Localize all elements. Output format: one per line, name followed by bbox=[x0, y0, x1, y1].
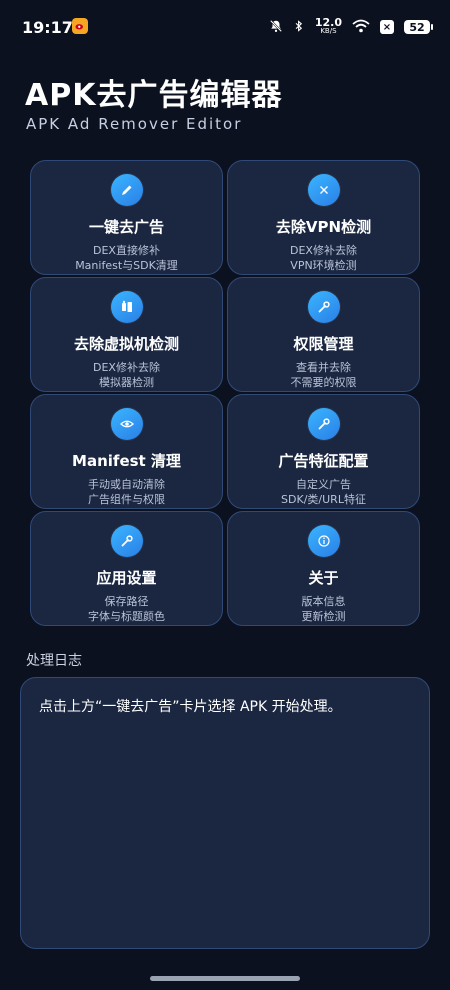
mute-bell-icon bbox=[269, 18, 283, 37]
eye-icon bbox=[110, 408, 143, 440]
device-icon bbox=[110, 291, 143, 323]
info-icon bbox=[307, 525, 340, 557]
card-desc: DEX修补去除 模拟器检测 bbox=[93, 361, 160, 389]
log-output-box[interactable]: 点击上方“一键去广告”卡片选择 APK 开始处理。 bbox=[20, 677, 430, 949]
card-desc: 手动或自动清除 广告组件与权限 bbox=[88, 478, 165, 506]
pencil-icon bbox=[110, 174, 143, 206]
wrench-icon bbox=[307, 291, 340, 323]
card-desc: 查看并去除 不需要的权限 bbox=[290, 361, 357, 389]
card-title: 权限管理 bbox=[293, 335, 354, 353]
card-desc: 自定义广告 SDK/类/URL特征 bbox=[281, 478, 366, 506]
home-indicator[interactable] bbox=[150, 976, 300, 981]
card-desc: DEX修补去除 VPN环境检测 bbox=[290, 244, 357, 272]
card-title: 关于 bbox=[308, 569, 339, 587]
card-about[interactable]: 关于 版本信息 更新检测 bbox=[227, 511, 420, 626]
card-desc: 版本信息 更新检测 bbox=[301, 595, 346, 623]
feature-grid: 一键去广告 DEX直接修补 Manifest与SDK清理 去除VPN检测 DEX… bbox=[30, 160, 420, 628]
card-desc: DEX直接修补 Manifest与SDK清理 bbox=[75, 244, 178, 272]
net-speed: 12.0 KB/S bbox=[314, 16, 342, 35]
card-title: 应用设置 bbox=[96, 569, 157, 587]
card-title: 去除VPN检测 bbox=[275, 218, 372, 236]
log-text: 点击上方“一键去广告”卡片选择 APK 开始处理。 bbox=[39, 699, 342, 715]
close-icon bbox=[307, 174, 340, 206]
card-app-settings[interactable]: 应用设置 保存路径 字体与标题颜色 bbox=[30, 511, 223, 626]
card-permission-management[interactable]: 权限管理 查看并去除 不需要的权限 bbox=[227, 277, 420, 392]
wrench-icon bbox=[307, 408, 340, 440]
wrench-icon bbox=[110, 525, 143, 557]
status-time: 19:17 bbox=[22, 18, 73, 37]
log-section-label: 处理日志 bbox=[26, 653, 82, 669]
bluetooth-icon bbox=[293, 18, 305, 37]
card-remove-vpn-detection[interactable]: 去除VPN检测 DEX修补去除 VPN环境检测 bbox=[227, 160, 420, 275]
card-manifest-cleanup[interactable]: Manifest 清理 手动或自动清除 广告组件与权限 bbox=[30, 394, 223, 509]
card-ad-signature-config[interactable]: 广告特征配置 自定义广告 SDK/类/URL特征 bbox=[227, 394, 420, 509]
card-title: 一键去广告 bbox=[88, 218, 164, 236]
card-remove-vm-detection[interactable]: 去除虚拟机检测 DEX修补去除 模拟器检测 bbox=[30, 277, 223, 392]
page-subtitle: APK Ad Remover Editor bbox=[26, 115, 243, 133]
wifi-icon bbox=[352, 18, 370, 37]
weibo-notification-icon bbox=[72, 18, 88, 34]
card-title: 广告特征配置 bbox=[278, 452, 369, 470]
card-title: Manifest 清理 bbox=[72, 452, 181, 470]
card-title: 去除虚拟机检测 bbox=[73, 335, 179, 353]
x-badge-icon: × bbox=[380, 20, 394, 34]
page-title: APK去广告编辑器 bbox=[25, 78, 283, 113]
card-one-click-remove-ads[interactable]: 一键去广告 DEX直接修补 Manifest与SDK清理 bbox=[30, 160, 223, 275]
status-bar: 19:17 12.0 KB/S × 52 bbox=[0, 0, 450, 56]
status-icons: 12.0 KB/S × 52 bbox=[269, 16, 433, 38]
card-desc: 保存路径 字体与标题颜色 bbox=[88, 595, 165, 623]
battery-icon: 52 bbox=[404, 20, 433, 34]
